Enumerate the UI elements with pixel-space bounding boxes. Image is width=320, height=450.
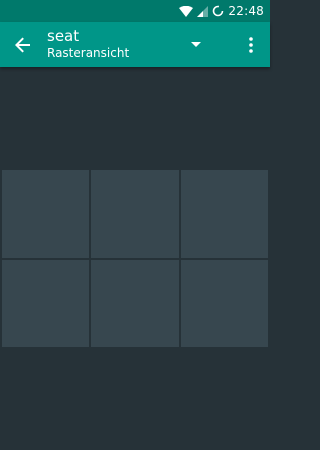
status-bar: 22:48 [0,0,270,22]
grid-cell[interactable] [2,259,90,347]
page-subtitle: Rasteransicht [47,46,130,60]
back-button[interactable] [10,32,36,58]
title-block: seat Rasteransicht [47,27,197,61]
grid-cell[interactable] [180,259,268,347]
seat-grid [2,170,268,347]
arrow-back-icon [15,37,30,53]
battery-icon [212,5,224,17]
app-bar: seat Rasteransicht [0,22,270,67]
dropdown-arrow-icon [191,41,201,47]
grid-cell[interactable] [180,170,268,258]
cell-signal-icon [197,5,209,17]
status-time: 22:48 [228,4,264,18]
wifi-icon [179,5,194,17]
view-dropdown-button[interactable] [186,34,206,54]
grid-cell[interactable] [91,170,179,258]
grid-cell[interactable] [2,170,90,258]
page-title: seat [47,27,80,45]
grid-cell[interactable] [91,259,179,347]
overflow-menu-button[interactable] [242,32,260,58]
more-vert-icon [249,37,253,53]
